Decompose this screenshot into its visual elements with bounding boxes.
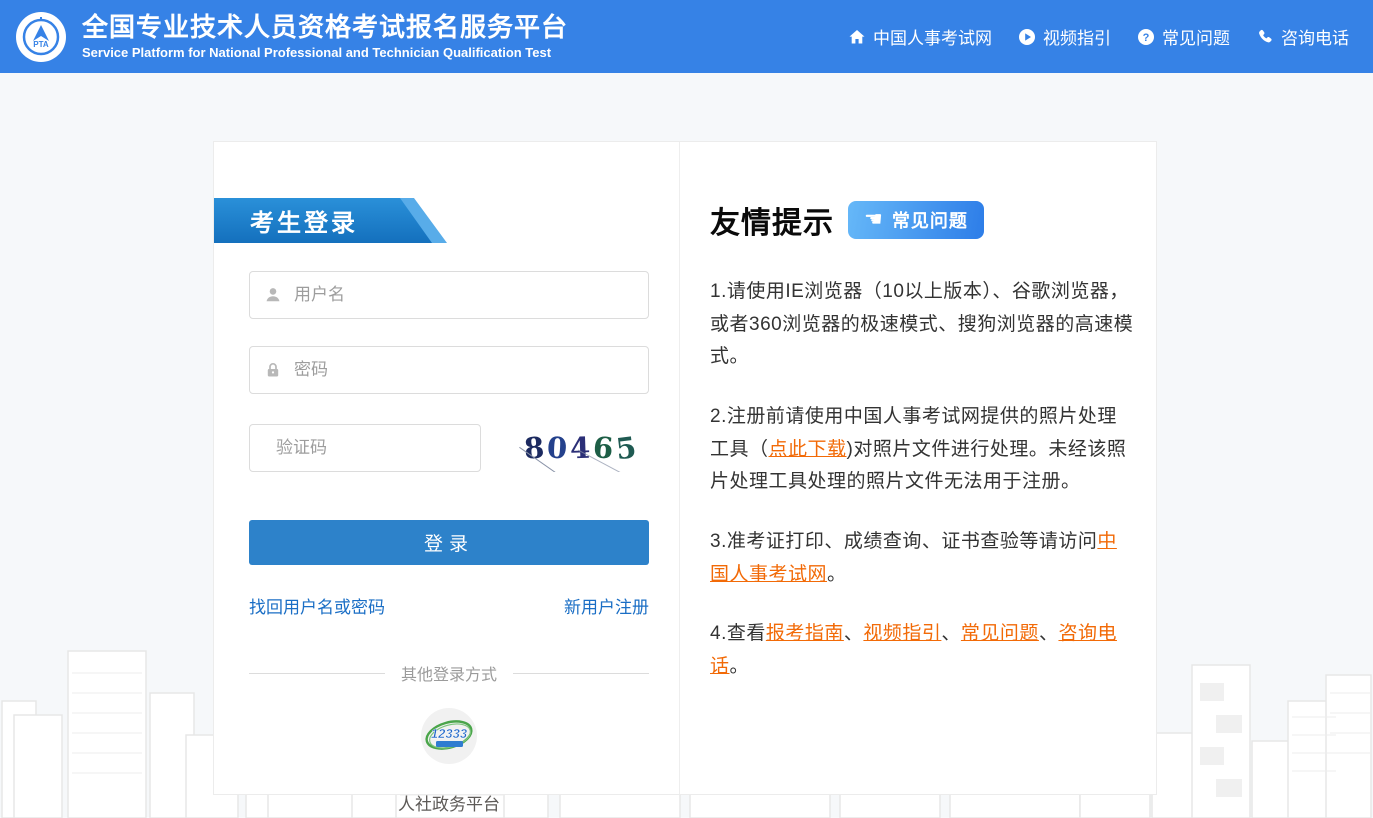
phone-icon [1256,28,1274,46]
login-button[interactable]: 登录 [249,520,649,565]
tip-link[interactable]: 中国人事考试网 [710,531,1117,585]
other-login-divider: 其他登录方式 [249,661,649,685]
login-links-row: 找回用户名或密码 新用户注册 [249,593,649,618]
app-header: PTA 全国专业技术人员资格考试报名服务平台 Service Platform … [0,0,1373,73]
home-icon [848,28,866,46]
password-input[interactable] [294,360,634,380]
nav-item-label: 咨询电话 [1281,24,1349,49]
faq-button[interactable]: ☚ 常见问题 [848,201,984,239]
tip-link[interactable]: 报考指南 [766,623,844,644]
nav-item-phone[interactable]: 咨询电话 [1256,24,1349,49]
tip-paragraph: 4.查看报考指南、视频指引、常见问题、咨询电话。 [710,618,1134,683]
question-circle-icon: ? [1137,28,1155,46]
tip-link[interactable]: 常见问题 [961,623,1039,644]
captcha-image[interactable]: 80465 [519,424,644,472]
page-subtitle: Service Platform for National Profession… [82,45,568,60]
renshe-12333-logo[interactable]: 12333 [420,707,478,765]
other-login-divider-label: 其他登录方式 [385,661,513,685]
tip-paragraph: 3.准考证打印、成绩查询、证书查验等请访问中国人事考试网。 [710,526,1134,591]
nav-item-label: 视频指引 [1043,24,1111,49]
nav-item-label: 中国人事考试网 [873,24,992,49]
nav-item-label: 常见问题 [1162,24,1230,49]
pta-logo-icon: PTA [20,16,62,58]
nav-item-faq[interactable]: ? 常见问题 [1137,24,1230,49]
header-titles: 全国专业技术人员资格考试报名服务平台 Service Platform for … [82,13,568,61]
tip-link[interactable]: 视频指引 [863,623,941,644]
alt-logo-number: 12333 [431,726,468,741]
pointing-hand-icon: ☚ [864,209,884,230]
captcha-row: 80465 [249,424,649,472]
forgot-credentials-link[interactable]: 找回用户名或密码 [249,593,385,618]
page-title: 全国专业技术人员资格考试报名服务平台 [82,13,568,43]
tip-paragraph: 1.请使用IE浏览器（10以上版本）、谷歌浏览器，或者360浏览器的极速模式、搜… [710,276,1134,374]
captcha-digits: 80465 [524,431,640,465]
nav-item-video-guide[interactable]: 视频指引 [1018,24,1111,49]
username-field-wrap [249,271,649,319]
tips-panel: 友情提示 ☚ 常见问题 1.请使用IE浏览器（10以上版本）、谷歌浏览器，或者3… [680,142,1156,794]
svg-text:PTA: PTA [33,40,49,49]
password-field-wrap [249,346,649,394]
login-form: 80465 登录 找回用户名或密码 新用户注册 其他登录方式 12333 [214,271,649,815]
tip-paragraph: 2.注册前请使用中国人事考试网提供的照片处理工具（点此下载)对照片文件进行处理。… [710,401,1134,499]
tips-title-row: 友情提示 ☚ 常见问题 [710,198,1134,242]
lock-icon [264,361,282,379]
tips-title: 友情提示 [710,198,834,242]
svg-text:?: ? [1143,32,1150,44]
tip-link[interactable]: 点此下载 [769,439,847,460]
register-link[interactable]: 新用户注册 [564,593,649,618]
login-panel: 考生登录 [214,142,680,794]
nav-item-cpta-site[interactable]: 中国人事考试网 [848,24,992,49]
captcha-input[interactable] [276,438,497,458]
header-nav: 中国人事考试网 视频指引 ? 常见问题 咨询电话 [848,24,1373,49]
play-circle-icon [1018,28,1036,46]
tips-paragraphs: 1.请使用IE浏览器（10以上版本）、谷歌浏览器，或者360浏览器的极速模式、搜… [710,276,1134,684]
alt-login-section: 12333 人社政务平台 [249,707,649,815]
alt-login-label: 人社政务平台 [249,790,649,815]
faq-button-label: 常见问题 [892,207,968,233]
username-input[interactable] [294,285,634,305]
captcha-field-wrap [249,424,481,472]
user-icon [264,286,282,304]
main-card: 考生登录 [213,141,1157,795]
login-panel-ribbon: 考生登录 [214,198,449,243]
pta-logo: PTA [16,12,66,62]
